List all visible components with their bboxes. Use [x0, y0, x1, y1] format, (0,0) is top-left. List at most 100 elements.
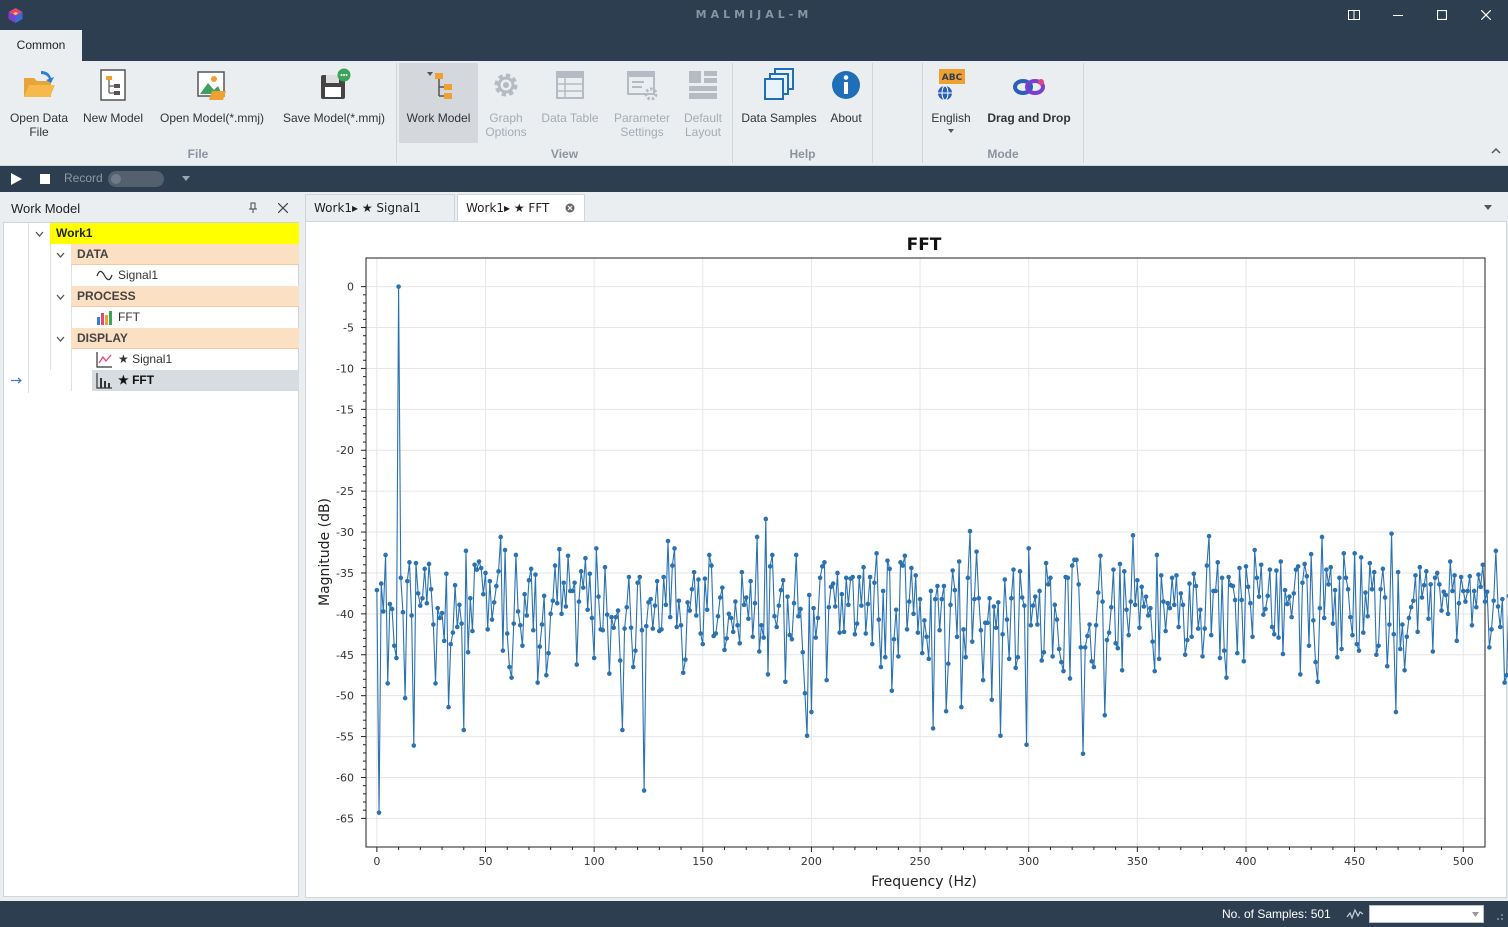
data-point	[980, 677, 986, 683]
data-point	[1080, 751, 1086, 757]
chevron-up-icon[interactable]	[1490, 145, 1502, 157]
maximize-button[interactable]	[1420, 0, 1464, 30]
data-point	[583, 555, 588, 561]
save-model-button[interactable]: Save Model(*.mmj)	[278, 63, 390, 143]
y-tick-label: -30	[336, 526, 354, 539]
data-point	[704, 607, 710, 613]
data-point	[654, 578, 660, 584]
data-point	[824, 677, 829, 683]
tree-item-label: FFT	[118, 310, 140, 324]
tab-common[interactable]: Common	[0, 30, 82, 61]
restore-button[interactable]	[1332, 0, 1376, 30]
tree-item-fft-process[interactable]: FFT	[92, 307, 299, 328]
data-point	[976, 596, 982, 601]
data-point	[1300, 580, 1305, 586]
close-icon[interactable]	[278, 203, 288, 213]
data-point	[580, 585, 586, 590]
data-point	[1471, 588, 1477, 594]
tree-category-data[interactable]: DATA	[71, 244, 299, 265]
resize-grip-icon[interactable]	[1494, 911, 1504, 921]
data-point	[509, 675, 514, 680]
data-point	[522, 591, 527, 597]
data-point	[1232, 597, 1238, 603]
data-point	[1106, 630, 1112, 635]
data-point	[435, 605, 440, 611]
data-point	[1143, 594, 1149, 599]
open-data-file-button[interactable]: Open Data File	[4, 63, 74, 143]
chevron-down-icon[interactable]	[56, 252, 65, 258]
data-point	[650, 626, 656, 631]
record-toggle[interactable]	[108, 171, 164, 187]
data-table-button[interactable]: Data Table	[536, 63, 604, 143]
data-point	[1271, 632, 1277, 637]
chevron-down-icon[interactable]	[35, 231, 44, 237]
data-point	[1313, 659, 1318, 665]
data-point	[1032, 594, 1038, 599]
data-point	[830, 581, 836, 586]
data-point	[641, 788, 647, 793]
x-tick-label: 400	[1235, 855, 1256, 868]
new-model-button[interactable]: New Model	[78, 63, 148, 143]
data-point	[835, 570, 840, 576]
chevron-down-icon[interactable]	[56, 336, 65, 342]
data-point	[400, 609, 406, 615]
about-label: About	[830, 111, 862, 125]
data-point	[713, 631, 719, 636]
language-english-button[interactable]: ABC English	[926, 63, 976, 143]
close-button[interactable]	[1464, 0, 1508, 30]
data-point	[431, 622, 436, 627]
x-axis: 0 50 100 150 200 250 300 350 400 450 500	[373, 847, 1474, 868]
data-point	[1043, 560, 1049, 566]
default-layout-label: Default Layout	[683, 111, 723, 139]
data-point	[917, 596, 923, 602]
data-point	[791, 600, 797, 606]
play-icon[interactable]	[9, 172, 23, 186]
default-layout-button[interactable]: Default Layout	[678, 63, 728, 143]
chevron-down-icon[interactable]	[1484, 205, 1492, 210]
data-point	[811, 605, 816, 611]
tree-item-display-signal1[interactable]: ★ Signal1	[92, 349, 299, 370]
tree-item-signal1[interactable]: Signal1	[92, 265, 299, 286]
open-model-button[interactable]: Open Model(*.mmj)	[154, 63, 270, 143]
parameter-settings-button[interactable]: Parameter Settings	[608, 63, 676, 143]
status-combo[interactable]	[1369, 905, 1484, 923]
minimize-button[interactable]	[1376, 0, 1420, 30]
data-point	[463, 548, 469, 554]
stop-icon[interactable]	[39, 173, 51, 185]
data-point	[481, 591, 486, 597]
about-button[interactable]: About	[822, 63, 870, 143]
data-point	[815, 615, 821, 621]
chevron-down-icon[interactable]	[56, 294, 65, 300]
fft-chart[interactable]: FFT 0 50 100 150 200 250 300 350 400 450 500 0 -5 -1…	[306, 222, 1508, 899]
work-model-button[interactable]: Work Model	[399, 63, 478, 143]
chevron-down-icon[interactable]	[182, 176, 190, 182]
tab-signal1[interactable]: Work1▸ ★ Signal1	[305, 194, 455, 222]
close-circle-icon[interactable]	[565, 203, 575, 213]
tree-category-display[interactable]: DISPLAY	[71, 328, 299, 349]
graph-options-button[interactable]: Graph Options	[478, 63, 534, 143]
data-point	[1256, 594, 1262, 599]
data-point	[1393, 709, 1399, 715]
chevron-down-icon[interactable]	[1472, 912, 1479, 917]
drag-and-drop-button[interactable]: Drag and Drop	[980, 63, 1078, 143]
y-axis-label: Magnitude (dB)	[317, 498, 333, 606]
tree-category-process[interactable]: PROCESS	[71, 286, 299, 307]
y-tick-label: -20	[336, 444, 354, 457]
data-point	[952, 587, 958, 593]
data-point	[1102, 712, 1108, 718]
data-point	[535, 680, 540, 685]
data-point	[793, 552, 799, 558]
data-point	[746, 616, 751, 622]
data-samples-button[interactable]: Data Samples	[738, 63, 820, 143]
data-point	[624, 605, 630, 610]
data-point	[444, 571, 449, 577]
pin-icon[interactable]	[247, 202, 259, 214]
tree-node-work1[interactable]: Work1	[50, 223, 299, 244]
data-point	[389, 606, 395, 612]
data-point	[374, 587, 380, 593]
data-point	[1460, 588, 1466, 594]
data-point	[1432, 575, 1438, 581]
data-point	[496, 569, 501, 574]
data-point	[607, 671, 612, 676]
tree-item-display-fft[interactable]: ★ FFT	[92, 370, 299, 391]
